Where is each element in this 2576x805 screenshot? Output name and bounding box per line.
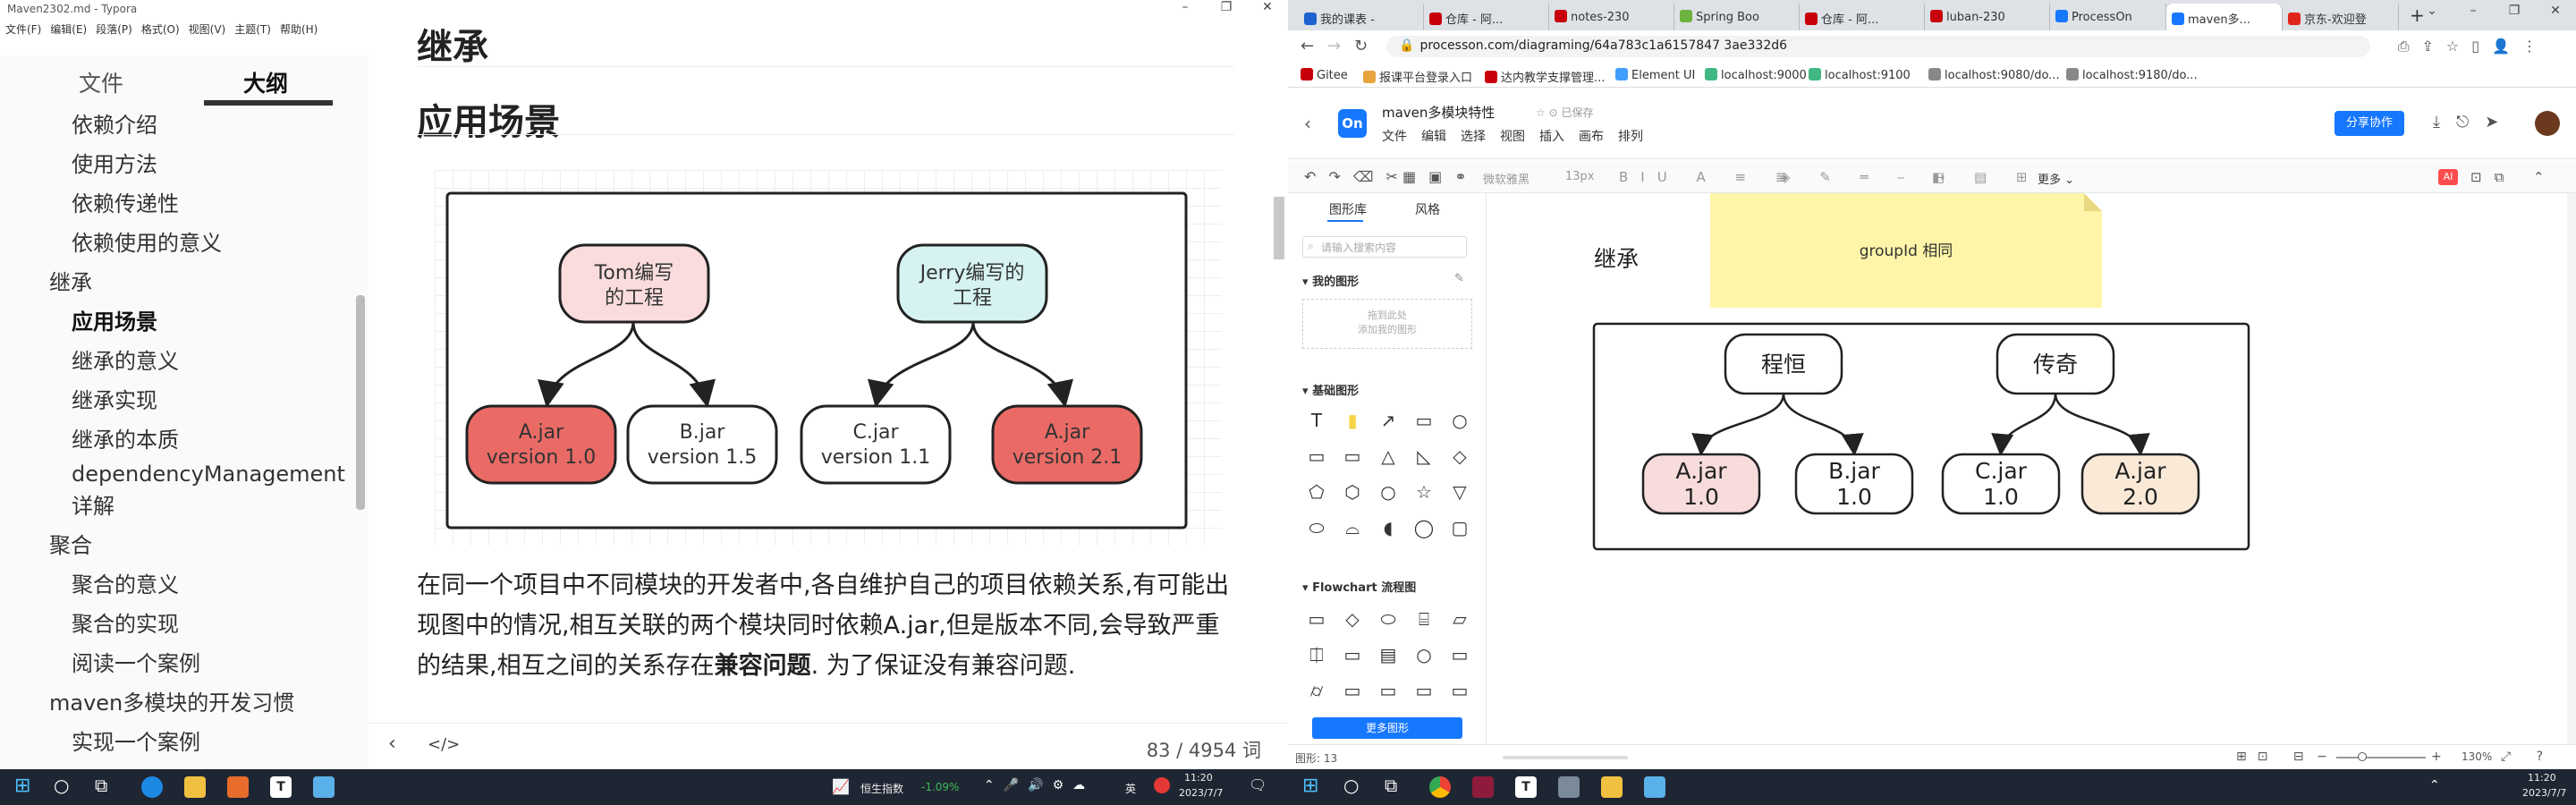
clock-date[interactable]: 2023/7/7 — [1179, 787, 1223, 799]
canvas-frame — [1592, 322, 2250, 551]
zoom-slider-thumb[interactable] — [2358, 752, 2367, 761]
clock-time[interactable]: 11:20 — [1184, 772, 1213, 784]
label-a2-2: 2.0 — [2123, 484, 2158, 510]
search-icon[interactable]: ○ — [1343, 775, 1359, 796]
label-a1-2: 1.0 — [1683, 484, 1719, 510]
chrome-icon[interactable] — [1429, 776, 1451, 798]
label-a1-1: A.jar — [1675, 458, 1727, 484]
typora-icon[interactable]: T — [1515, 776, 1537, 798]
label-left-parent: 程恒 — [1761, 352, 1806, 377]
label-b-1: B.jar — [1828, 458, 1880, 484]
label-c-1: C.jar — [1975, 458, 2028, 484]
system-tray-icons[interactable]: ⌃🎤🔊⚙☁ — [984, 778, 1094, 792]
stock-change[interactable]: -1.09% — [921, 781, 959, 793]
notification-center-icon[interactable]: 🗨 — [1249, 776, 1267, 793]
edge-icon[interactable] — [141, 776, 163, 798]
taskbar — [0, 769, 2576, 805]
typora-icon[interactable]: T — [270, 776, 292, 798]
task-view-icon[interactable]: ⧉ — [95, 775, 107, 796]
windows-start-icon[interactable]: ⊞ — [1302, 775, 1318, 797]
zoom-in-icon[interactable]: + — [2431, 750, 2442, 764]
intellij-icon[interactable] — [1472, 776, 1494, 798]
label-c-2: 1.0 — [1983, 484, 2019, 510]
view-icons[interactable]: ⊞⊡ ⊟ — [2236, 750, 2315, 764]
clock-date[interactable]: 2023/7/7 — [2522, 787, 2566, 799]
app-icon[interactable] — [1644, 776, 1665, 798]
label-right-parent: 传奇 — [2033, 352, 2078, 377]
stock-chart-icon: 📈 — [832, 778, 850, 795]
zoom-slider[interactable] — [2336, 757, 2426, 758]
file-explorer-icon[interactable] — [1601, 776, 1623, 798]
task-view-icon[interactable]: ⧉ — [1385, 775, 1397, 796]
app-icon[interactable] — [1558, 776, 1580, 798]
search-icon[interactable]: ○ — [54, 775, 69, 796]
zoom-level[interactable]: 130% — [2462, 750, 2492, 763]
windows-start-icon[interactable]: ⊞ — [14, 775, 30, 797]
stock-name[interactable]: 恒生指数 — [860, 781, 903, 796]
ime-indicator[interactable]: 英 — [1125, 781, 1136, 796]
tray-chevron-icon[interactable]: ⌃ — [2429, 778, 2440, 792]
shape-count: 图形: 13 — [1295, 752, 1338, 765]
app-icon[interactable] — [313, 776, 335, 798]
dependency-diagram-processon: 程恒 传奇 A.jar 1.0 B.jar 1.0 C.jar 1.0 A.ja… — [1592, 322, 2250, 551]
fullscreen-help-icons[interactable]: ⤢ ? — [2501, 750, 2554, 764]
horizontal-scrollbar[interactable] — [1503, 756, 1628, 759]
file-explorer-icon[interactable] — [184, 776, 206, 798]
notification-app-icon[interactable] — [1154, 777, 1170, 793]
label-b-2: 1.0 — [1836, 484, 1872, 510]
app-icon[interactable] — [227, 776, 249, 798]
zoom-out-icon[interactable]: − — [2317, 750, 2327, 764]
processon-statusbar: 图形: 13 ⊞⊡ ⊟ − + 130% ⤢ ? — [1288, 744, 2576, 769]
label-a2-1: A.jar — [2114, 458, 2166, 484]
clock-time[interactable]: 11:20 — [2528, 772, 2556, 784]
